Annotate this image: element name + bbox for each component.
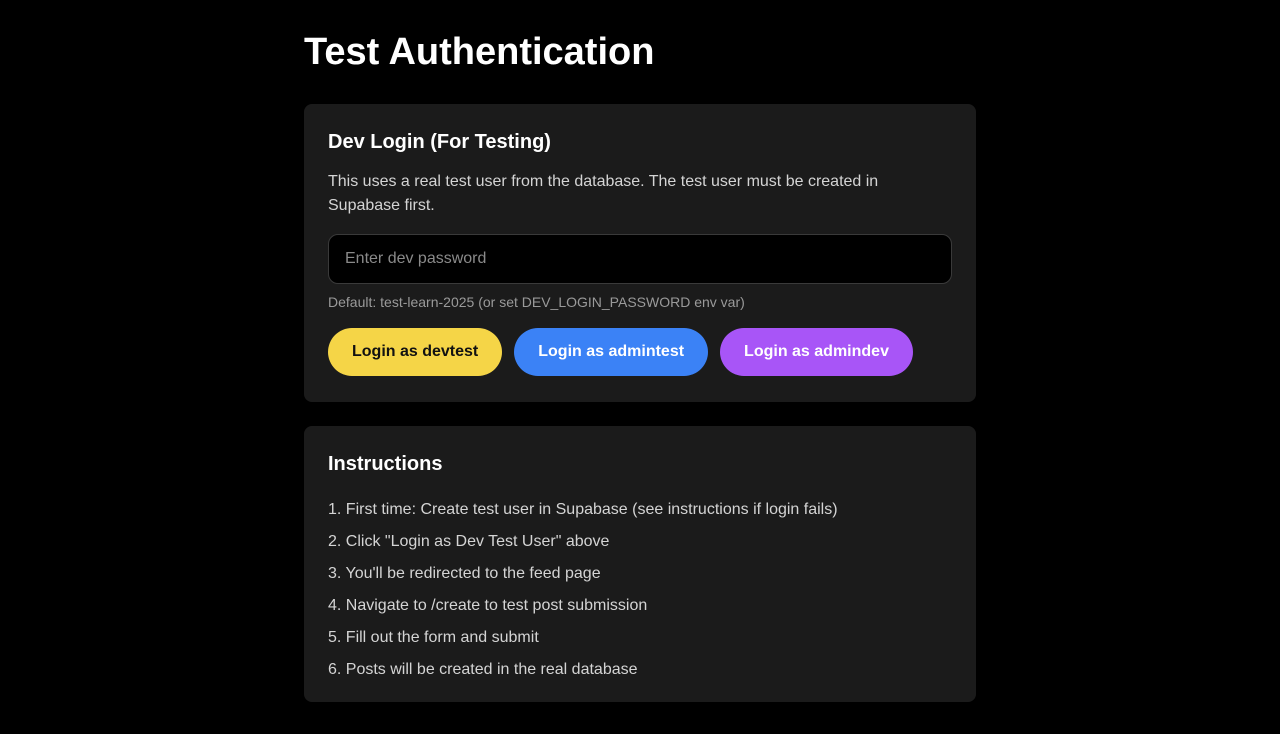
- instruction-step: 1. First time: Create test user in Supab…: [328, 501, 838, 518]
- login-admindev-button[interactable]: Login as admindev: [720, 328, 913, 376]
- instruction-step: 3. You'll be redirected to the feed page: [328, 565, 601, 582]
- instructions-card: Instructions 1. First time: Create test …: [304, 426, 976, 702]
- login-admintest-button[interactable]: Login as admintest: [514, 328, 709, 376]
- instruction-step: 6. Posts will be created in the real dat…: [328, 661, 638, 678]
- login-devtest-button[interactable]: Login as devtest: [328, 328, 503, 376]
- instruction-step: 2. Click "Login as Dev Test User" above: [328, 533, 610, 550]
- dev-password-input[interactable]: [328, 234, 952, 284]
- page-title: Test Authentication: [304, 31, 655, 73]
- default-password-hint: Default: test-learn-2025 (or set DEV_LOG…: [328, 294, 745, 310]
- dev-login-description: This uses a real test user from the data…: [328, 173, 879, 214]
- instruction-step: 5. Fill out the form and submit: [328, 629, 539, 646]
- login-button-row: Login as devtest Login as admintest Logi…: [328, 328, 952, 376]
- instruction-step: 4. Navigate to /create to test post subm…: [328, 597, 648, 614]
- instructions-list: 1. First time: Create test user in Supab…: [328, 494, 952, 686]
- dev-login-card: Dev Login (For Testing) This uses a real…: [304, 104, 976, 402]
- instructions-title: Instructions: [328, 453, 443, 475]
- dev-login-title: Dev Login (For Testing): [328, 131, 551, 153]
